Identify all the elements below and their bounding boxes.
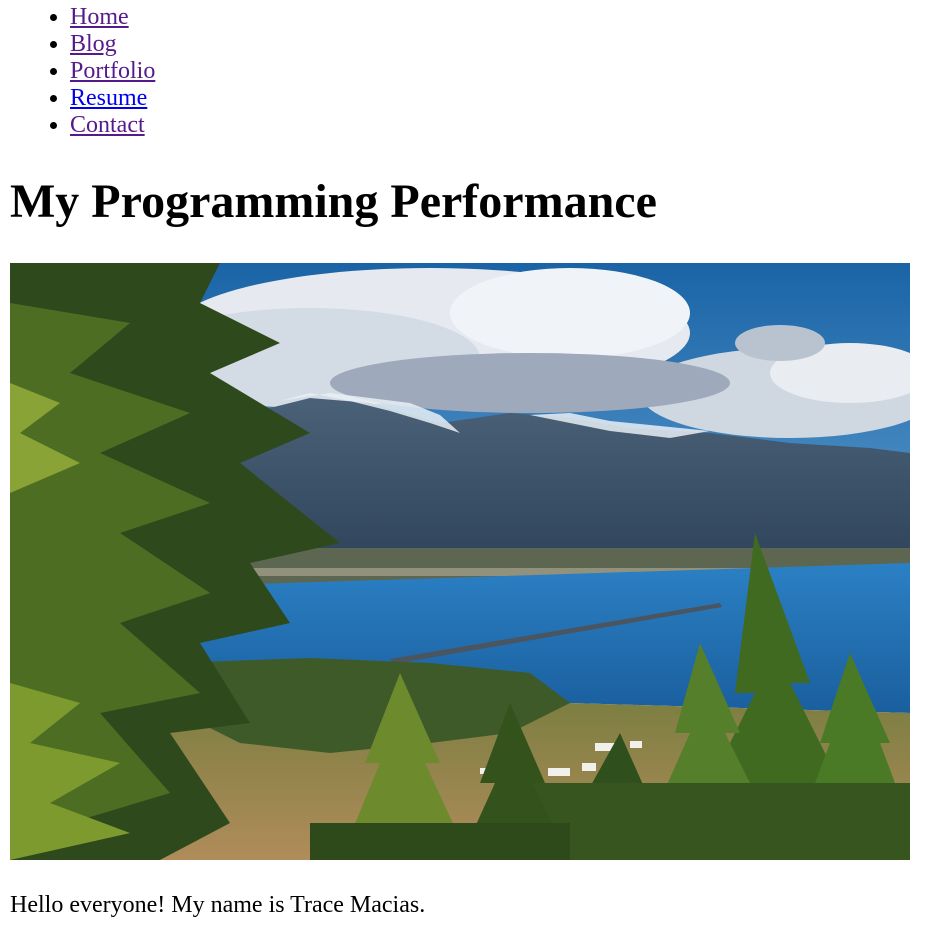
nav-list: Home Blog Portfolio Resume Contact	[10, 0, 920, 139]
page-title: My Programming Performance	[10, 175, 657, 228]
nav-link-blog[interactable]: Blog	[70, 31, 117, 57]
landscape-photo	[10, 263, 910, 860]
intro-text: Hello everyone! My name is Trace Macias.	[10, 892, 426, 918]
nav-link-resume[interactable]: Resume	[70, 85, 147, 111]
main-nav: Home Blog Portfolio Resume Contact	[10, 0, 920, 139]
nav-link-home[interactable]: Home	[70, 4, 129, 30]
nav-item-home: Home	[70, 4, 920, 31]
nav-item-resume: Resume	[70, 85, 920, 112]
hero-image	[10, 263, 910, 860]
nav-item-blog: Blog	[70, 31, 920, 58]
nav-item-contact: Contact	[70, 112, 920, 139]
page: Home Blog Portfolio Resume Contact My Pr…	[0, 0, 930, 919]
nav-item-portfolio: Portfolio	[70, 58, 920, 85]
nav-link-contact[interactable]: Contact	[70, 112, 145, 138]
nav-link-portfolio[interactable]: Portfolio	[70, 58, 155, 84]
